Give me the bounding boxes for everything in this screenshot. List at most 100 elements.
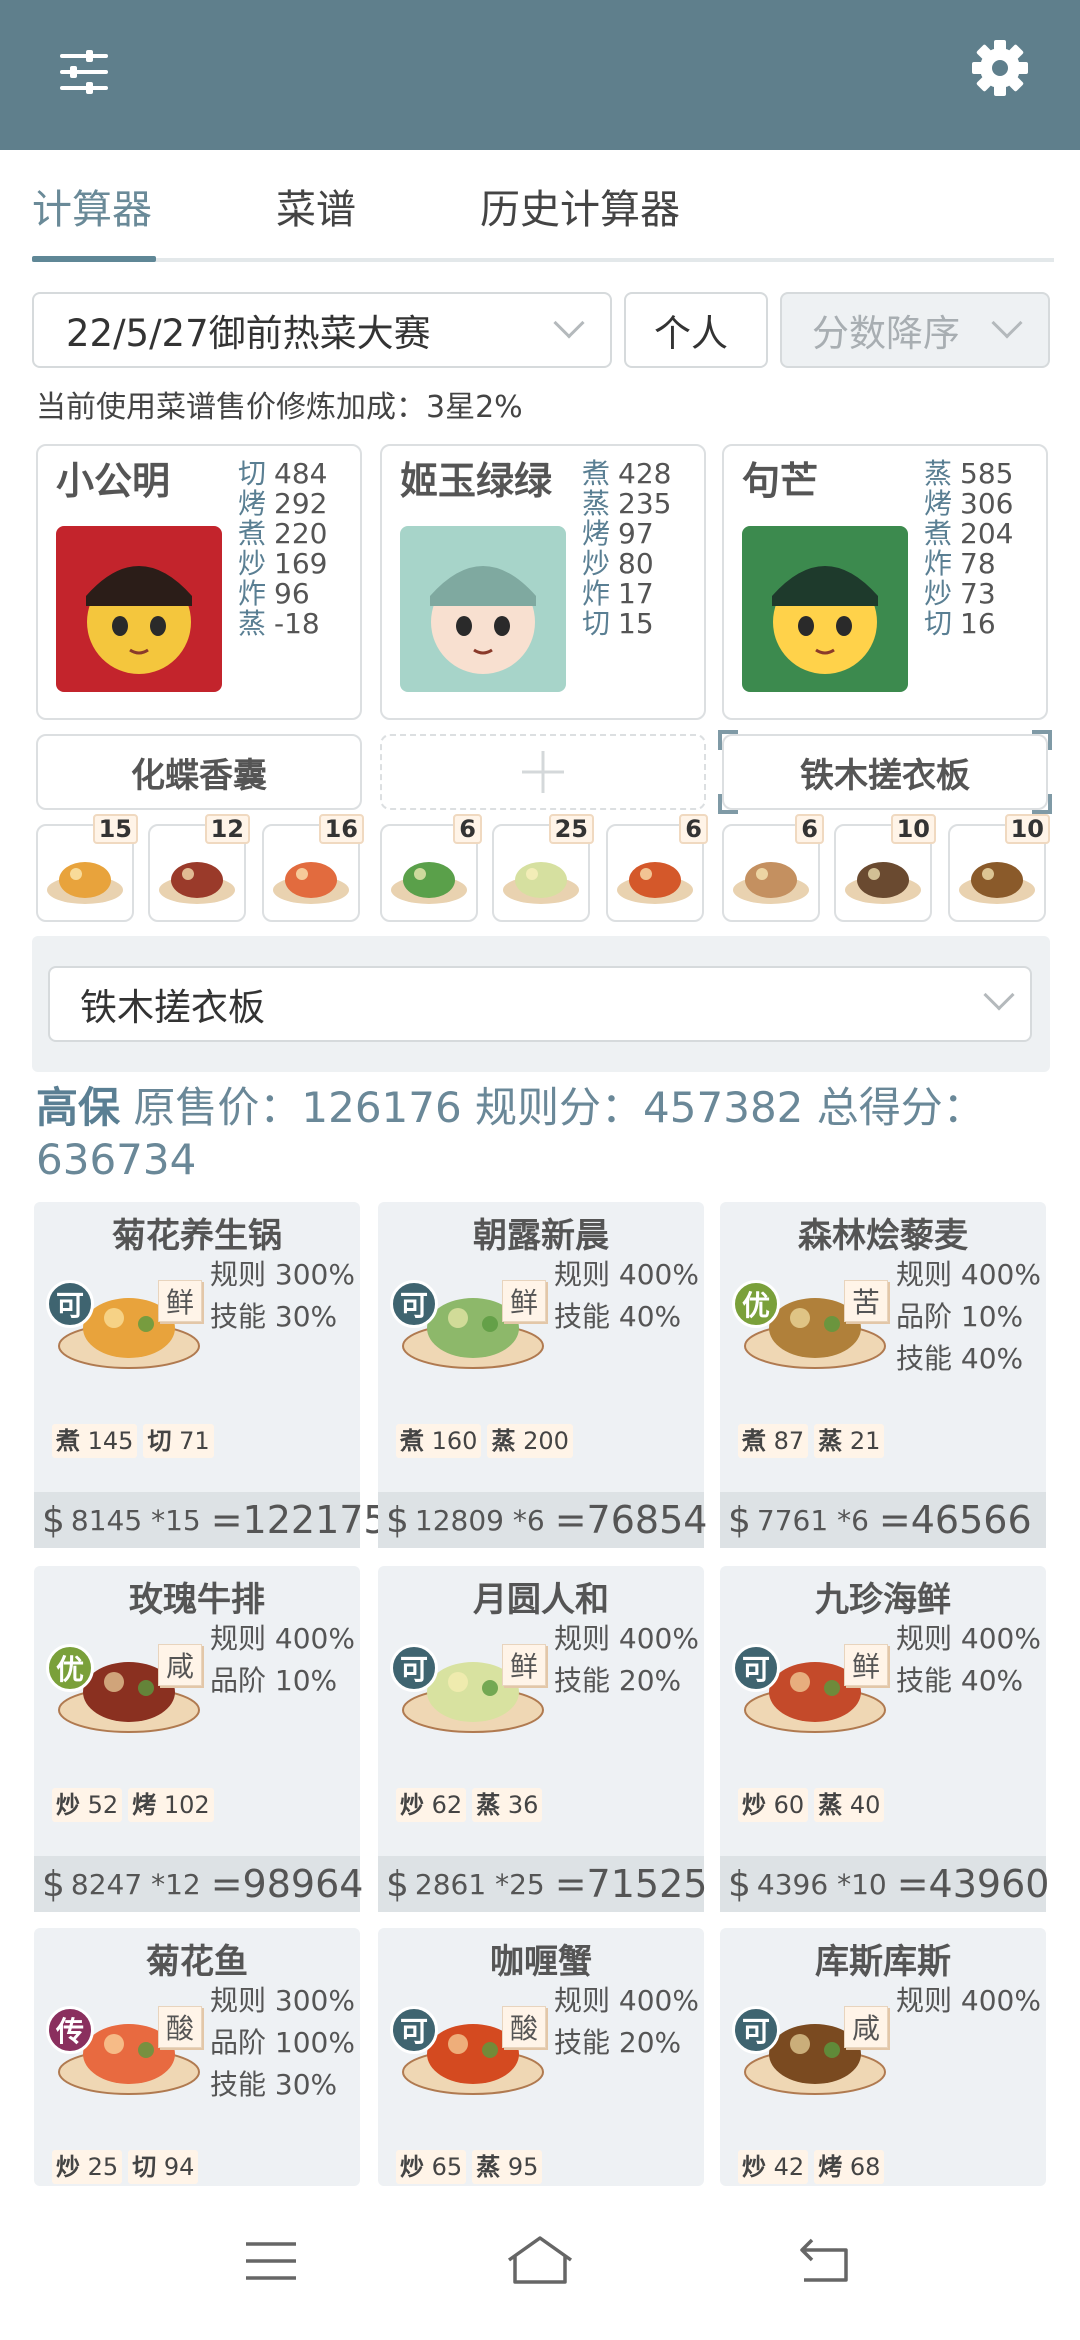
taste-tag: 鲜 [158, 1280, 202, 1322]
rank-badge: 优 [46, 1644, 94, 1692]
recipe-card[interactable]: 月圆人和 可 鲜规则 400% 技能 20% 炒 62 蒸 36 $2861 *25 =71… [378, 1566, 707, 1912]
recipe-card[interactable]: 库斯库斯 可 咸规则 400% 炒 42 烤 68 [720, 1928, 1046, 2186]
taste-tag: 咸 [158, 1644, 202, 1686]
skill-requirements: 炒 42 烤 68 [738, 2150, 885, 2184]
system-nav-bar [0, 2186, 1080, 2340]
sort-select[interactable]: 分数降序 [780, 292, 1050, 368]
skill-requirements: 炒 65 蒸 95 [396, 2150, 543, 2184]
recipe-card[interactable]: 朝露新晨 可 鲜规则 400% 技能 40% 煮 160 蒸 200 $12809 *6 =… [378, 1202, 707, 1548]
taste-tag: 酸 [502, 2006, 546, 2048]
price-total: =122175 [210, 1498, 388, 1542]
selected-dish-slot[interactable]: 6 [380, 814, 482, 922]
recipe-card[interactable]: 菊花鱼 传 酸规则 300% 品阶 100% 技能 30% 炒 25 切 94 [34, 1928, 360, 2186]
recipe-card[interactable]: 咖喱蟹 可 酸规则 400% 技能 20% 炒 65 蒸 95 [378, 1928, 704, 2186]
sort-select-value: 分数降序 [812, 312, 960, 355]
recipe-name: 咖喱蟹 [490, 1942, 592, 1982]
taste-tag: 酸 [158, 2006, 202, 2048]
price-formula: 12809 *6 [414, 1503, 545, 1537]
recipe-card[interactable]: 森林烩藜麦 优 苦规则 400% 品阶 10% 技能 40% 煮 87 蒸 21 $7761… [720, 1202, 1046, 1548]
dollar-icon: $ [386, 1499, 409, 1541]
plus-icon [522, 751, 564, 793]
price-row: $12809 *6 =76854 [378, 1492, 707, 1548]
selected-dish-slot[interactable]: 6 [722, 814, 824, 922]
recipe-card[interactable]: 玫瑰牛排 优 咸规则 400% 品阶 10% 炒 52 烤 102 $8247 *12 =9… [34, 1566, 363, 1912]
tab-calculator[interactable]: 计算器 [32, 180, 152, 240]
dish-quantity: 10 [1004, 814, 1050, 844]
equip-slot-3-selected[interactable]: 铁木搓衣板 [718, 730, 1052, 814]
rule-bonus: 技能 20% [554, 1664, 682, 1697]
skill-requirement: 蒸 21 [814, 1424, 885, 1458]
rule-bonus: 技能 40% [554, 1300, 682, 1333]
rule-bonus: 品阶 10% [210, 1664, 338, 1697]
chef-avatar [400, 526, 566, 692]
recipe-card[interactable]: 菊花养生锅 可 鲜规则 300% 技能 30% 煮 145 切 71 $8145 *15 =… [34, 1202, 388, 1548]
chef-avatar [742, 526, 908, 692]
recipe-name: 朝露新晨 [473, 1216, 609, 1256]
chef-avatar [56, 526, 222, 692]
price-formula: 8145 *15 [70, 1503, 201, 1537]
equip-slot-1[interactable]: 化蝶香囊 [36, 734, 362, 810]
rank-badge: 可 [46, 1280, 94, 1328]
selected-dish-slot[interactable]: 16 [262, 814, 364, 922]
filter-sliders-icon[interactable] [56, 44, 112, 100]
selected-dish-slot[interactable]: 10 [948, 814, 1050, 922]
rank-badge: 可 [732, 1644, 780, 1692]
equip-select[interactable]: 铁木搓衣板 [48, 966, 1032, 1042]
selected-dish-slot[interactable]: 12 [148, 814, 250, 922]
skill-requirement: 烤 68 [814, 2150, 885, 2184]
rule-bonus: 技能 40% [896, 1342, 1024, 1375]
skill-requirement: 烤 102 [128, 1788, 214, 1822]
selected-dish-slot[interactable]: 6 [606, 814, 708, 922]
rank-badge: 优 [732, 1280, 780, 1328]
chevron-down-icon [991, 307, 1023, 339]
mode-button-label: 个人 [654, 312, 728, 355]
rule-bonus: 规则 400% [210, 1622, 355, 1655]
selection-corners [718, 730, 1052, 814]
rule-bonus: 规则 400% [896, 1622, 1041, 1655]
selected-dish-slot[interactable]: 25 [492, 814, 594, 922]
skill-requirements: 煮 145 切 71 [52, 1424, 214, 1458]
recipe-name: 菊花养生锅 [112, 1216, 282, 1256]
chef-card[interactable]: 小公明 切 484 烤 292 煮 220 炒 169 炸 96 蒸 -18 [36, 444, 362, 720]
price-total: =71525 [554, 1862, 708, 1906]
chevron-down-icon [983, 979, 1015, 1011]
skill-requirement: 蒸 95 [472, 2150, 543, 2184]
tab-history[interactable]: 历史计算器 [480, 180, 680, 240]
taste-tag: 鲜 [844, 1644, 888, 1686]
tier-label: 高保 [36, 1083, 121, 1132]
price-total: =76854 [554, 1498, 708, 1542]
mode-button[interactable]: 个人 [624, 292, 768, 368]
gear-icon[interactable] [970, 38, 1030, 98]
skill-requirement: 炒 25 [52, 2150, 123, 2184]
rank-badge: 可 [390, 1644, 438, 1692]
recipe-name: 九珍海鲜 [815, 1580, 951, 1620]
home-icon[interactable] [505, 2230, 575, 2290]
price-formula: 7761 *6 [756, 1503, 869, 1537]
tab-recipes[interactable]: 菜谱 [276, 180, 356, 240]
back-icon[interactable] [796, 2234, 852, 2286]
dish-quantity: 6 [453, 814, 482, 844]
skill-requirements: 炒 52 烤 102 [52, 1788, 214, 1822]
equip-select-panel: 铁木搓衣板 [32, 936, 1050, 1072]
rule-bonus: 规则 400% [896, 1984, 1041, 2017]
equip-slot-2-empty[interactable] [380, 734, 706, 810]
rule-bonus: 规则 400% [554, 1622, 699, 1655]
recipe-name: 森林烩藜麦 [798, 1216, 968, 1256]
skill-requirements: 炒 60 蒸 40 [738, 1788, 885, 1822]
rule-bonus: 规则 400% [896, 1258, 1041, 1291]
skill-requirements: 炒 62 蒸 36 [396, 1788, 543, 1822]
dish-quantity: 15 [92, 814, 138, 844]
recipe-card[interactable]: 九珍海鲜 可 鲜规则 400% 技能 40% 炒 60 蒸 40 $4396 *10 =43… [720, 1566, 1049, 1912]
menu-icon[interactable] [244, 2236, 298, 2286]
contest-select[interactable]: 22/5/27御前热菜大赛 [32, 292, 612, 368]
selected-dish-slot[interactable]: 15 [36, 814, 138, 922]
chef-card[interactable]: 句芒 蒸 585 烤 306 煮 204 炸 78 炒 73 切 16 [722, 444, 1048, 720]
chef-card[interactable]: 姬玉绿绿 煮 428 蒸 235 烤 97 炒 80 炸 17 切 15 [380, 444, 706, 720]
price-formula: 4396 *10 [756, 1867, 887, 1901]
selected-dish-slot[interactable]: 10 [834, 814, 936, 922]
price-total: =46566 [878, 1498, 1032, 1542]
dollar-icon: $ [42, 1499, 65, 1541]
skill-requirement: 炒 42 [738, 2150, 809, 2184]
skill-requirement: 煮 87 [738, 1424, 809, 1458]
dish-quantity: 10 [890, 814, 936, 844]
